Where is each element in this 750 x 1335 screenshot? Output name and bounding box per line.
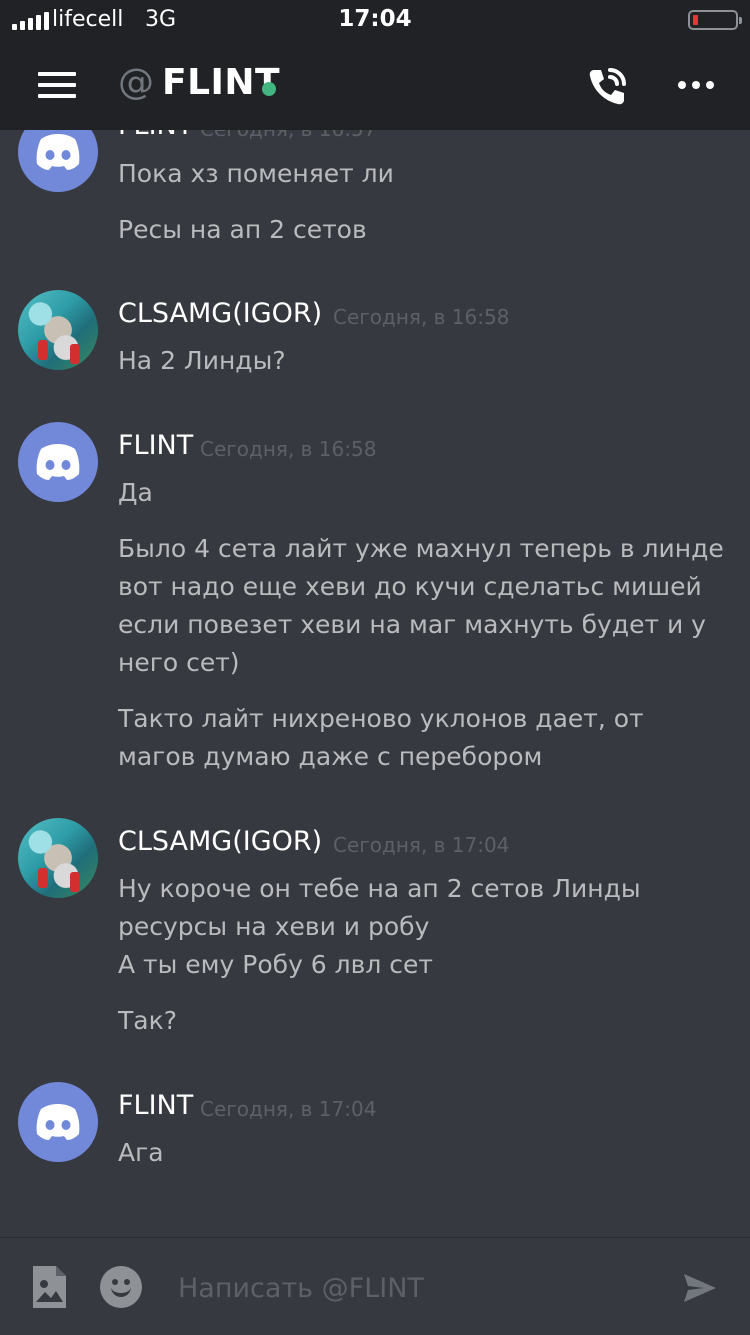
message-text: Было 4 сета лайт уже махнул теперь в лин… (118, 534, 724, 677)
discord-logo-icon (36, 134, 80, 170)
battery-icon (688, 10, 742, 30)
timestamp: Сегодня, в 16:57 (200, 130, 376, 141)
avatar[interactable] (18, 130, 98, 192)
timestamp: Сегодня, в 16:58 (333, 305, 510, 329)
message-text: Так? (118, 1006, 177, 1035)
avatar[interactable] (18, 1082, 98, 1162)
chat-header: @ FLINT (0, 40, 750, 130)
message-text: Ага (118, 1138, 164, 1167)
author-name[interactable]: CLSAMG(IGOR) (118, 298, 322, 329)
online-status-icon (262, 82, 276, 96)
top-bar: lifecell 3G 17:04 @ FLINT (0, 0, 750, 130)
send-icon[interactable] (680, 1268, 720, 1308)
message-text: Такто лайт нихреново уклонов дает, от ма… (118, 704, 644, 771)
message-text: На 2 Линды? (118, 346, 286, 375)
author-name[interactable]: CLSAMG(IGOR) (118, 826, 322, 857)
at-icon: @ (118, 62, 154, 103)
timestamp: Сегодня, в 17:04 (333, 833, 510, 857)
message-text: Ну короче он тебе на ап 2 сетов Линды ре… (118, 874, 641, 979)
timestamp: Сегодня, в 17:04 (200, 1097, 377, 1121)
message-list[interactable]: FLINT Сегодня, в 16:57 Пока хз поменяет … (0, 130, 750, 1236)
channel-title: FLINT (162, 62, 281, 103)
avatar[interactable] (18, 290, 98, 370)
status-bar: lifecell 3G 17:04 (0, 0, 750, 40)
timestamp: Сегодня, в 16:58 (200, 437, 377, 461)
clock: 17:04 (338, 6, 412, 32)
message-text: Да (118, 478, 153, 507)
hamburger-icon[interactable] (38, 72, 76, 98)
author-name[interactable]: FLINT (118, 430, 193, 461)
avatar[interactable] (18, 818, 98, 898)
author-name[interactable]: FLINT (118, 130, 193, 141)
message-text: Пока хз поменяет ли (118, 159, 394, 188)
avatar[interactable] (18, 422, 98, 502)
image-icon[interactable] (30, 1264, 68, 1310)
discord-logo-icon (36, 1104, 80, 1140)
message-input[interactable] (178, 1268, 658, 1308)
discord-logo-icon (36, 444, 80, 480)
author-name[interactable]: FLINT (118, 1090, 193, 1121)
emoji-icon[interactable] (100, 1266, 142, 1308)
message-composer (0, 1237, 750, 1335)
phone-call-icon[interactable] (584, 64, 632, 110)
more-icon[interactable] (678, 78, 718, 92)
message-text: Ресы на ап 2 сетов (118, 215, 367, 244)
